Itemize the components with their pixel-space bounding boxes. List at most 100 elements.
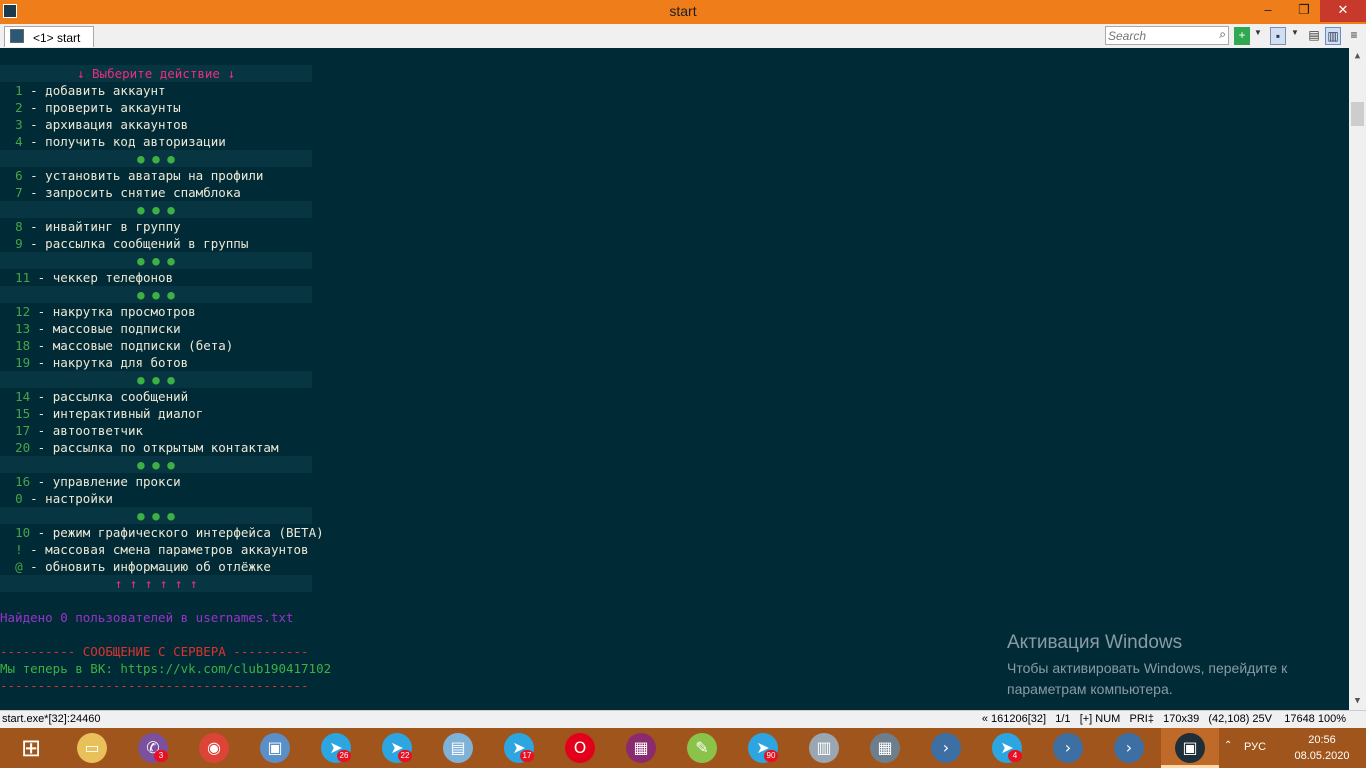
menu-item-label: - добавить аккаунт: [22, 83, 166, 98]
server-message: Мы теперь в ВК: https://vk.com/club19041…: [0, 660, 331, 677]
unread-badge: 26: [337, 750, 351, 762]
python-icon: ›: [931, 733, 961, 763]
taskbar-app[interactable]: ▥: [795, 728, 853, 768]
separator-dots: ● ● ●: [137, 202, 175, 217]
taskbar-app[interactable]: ➤ 22: [368, 728, 426, 768]
chevron-down-icon[interactable]: ▼: [1254, 28, 1264, 37]
menu-item-key: 2: [15, 100, 23, 115]
taskbar-app[interactable]: ▣: [1161, 728, 1219, 768]
menu-separator: ● ● ●: [0, 286, 312, 303]
menu-item-label: - управление прокси: [30, 474, 181, 489]
menu-item-key: 12: [15, 304, 31, 319]
menu-item: 18 - массовые подписки (бета): [0, 337, 233, 354]
panel-icon[interactable]: ▪: [1270, 27, 1286, 45]
menu-item: 3 - архивация аккаунтов: [0, 116, 188, 133]
tab-start[interactable]: <1> start: [4, 26, 94, 47]
found-users-text: Найдено 0 пользователей в usernames.txt: [0, 610, 294, 625]
menu-item-label: - чеккер телефонов: [30, 270, 174, 285]
server-footer-text: ----------------------------------------…: [0, 678, 309, 693]
separator-dots: ● ● ●: [137, 508, 175, 523]
taskbar-app[interactable]: ▭: [63, 728, 121, 768]
menu-header-text: ↓ Выберите действие ↓: [76, 66, 236, 81]
layout-icon[interactable]: ▤: [1306, 27, 1322, 45]
menu-item-key: 1: [15, 83, 23, 98]
start-button: ⊞: [20, 734, 42, 762]
menu-item-label: - рассылка сообщений: [30, 389, 189, 404]
menu-item-key: 15: [15, 406, 31, 421]
menu-item-label: - проверить аккаунты: [22, 100, 181, 115]
menu-item: 2 - проверить аккаунты: [0, 99, 181, 116]
separator-dots: ● ● ●: [137, 151, 175, 166]
taskbar-app[interactable]: ➤ 26: [307, 728, 365, 768]
menu-item-label: - инвайтинг в группу: [22, 219, 181, 234]
search-icon[interactable]: ⌕: [1219, 27, 1226, 42]
search-input[interactable]: [1108, 28, 1212, 43]
menu-item-key: 6: [15, 168, 23, 183]
menu-item-key: 9: [15, 236, 23, 251]
menu-item-key: 13: [15, 321, 31, 336]
vertical-scrollbar[interactable]: ▲ ▼: [1349, 48, 1366, 710]
menu-item-key: 14: [15, 389, 31, 404]
taskbar-app[interactable]: ▦: [612, 728, 670, 768]
chevron-up-icon[interactable]: ⌃: [1224, 740, 1232, 751]
remote-desktop-icon: ▣: [260, 733, 290, 763]
taskbar-app[interactable]: ➤ 90: [734, 728, 792, 768]
menu-header: ↓ Выберите действие ↓: [0, 65, 312, 82]
menu-separator: ● ● ●: [0, 150, 312, 167]
taskbar-app[interactable]: ✎: [673, 728, 731, 768]
clock-time[interactable]: 20:56: [1294, 734, 1350, 746]
menu-item-label: - накрутка для ботов: [30, 355, 189, 370]
taskbar-app[interactable]: ▣: [246, 728, 304, 768]
maximize-button[interactable]: ❐: [1290, 0, 1318, 22]
taskbar-app[interactable]: ▦: [856, 728, 914, 768]
taskbar-app[interactable]: O: [551, 728, 609, 768]
menu-item-key: 10: [15, 525, 31, 540]
menu-item-key: 8: [15, 219, 23, 234]
watermark-title: Активация Windows: [1007, 632, 1183, 653]
menu-item-key: 18: [15, 338, 31, 353]
minimize-button[interactable]: –: [1254, 0, 1282, 22]
separator-dots: ● ● ●: [137, 372, 175, 387]
taskbar: ⊞ ▭ ✆ 3 ◉ ▣ ➤ 26 ➤ 22 ▤ ➤ 17 O ▦ ✎ ➤ 90 ▥ ▦ › ➤ 4 › › ▣ ⌃ РУС 20:…: [0, 728, 1366, 768]
menu-separator: ● ● ●: [0, 201, 312, 218]
menu-item: 11 - чеккер телефонов: [0, 269, 173, 286]
taskbar-app[interactable]: ◉: [185, 728, 243, 768]
menu-footer-text: ↑ ↑ ↑ ↑ ↑ ↑: [114, 576, 198, 591]
split-view-icon[interactable]: ▥: [1325, 27, 1341, 45]
menu-item-label: - накрутка просмотров: [30, 304, 196, 319]
activation-watermark: Активация Windows Чтобы активировать Win…: [1007, 632, 1287, 700]
chevron-down-icon[interactable]: ▼: [1291, 28, 1301, 37]
menu-item-key: 11: [15, 270, 31, 285]
search-box[interactable]: ⌕: [1105, 26, 1229, 45]
taskbar-app[interactable]: ›: [1100, 728, 1158, 768]
taskbar-app[interactable]: ✆ 3: [124, 728, 182, 768]
menu-item-key: 16: [15, 474, 31, 489]
system-tray: ⌃ РУС 20:56 08.05.2020: [1218, 728, 1366, 768]
menu-item: 6 - установить аватары на профили: [0, 167, 263, 184]
taskbar-app[interactable]: ⊞: [2, 728, 60, 768]
taskbar-app[interactable]: ➤ 4: [978, 728, 1036, 768]
plus-icon[interactable]: +: [1234, 27, 1250, 45]
notepadpp-icon: ✎: [687, 733, 717, 763]
close-button[interactable]: ✕: [1320, 0, 1366, 22]
menu-item-label: - массовые подписки (бета): [30, 338, 234, 353]
scroll-down-icon[interactable]: ▼: [1349, 693, 1366, 710]
language-indicator[interactable]: РУС: [1244, 741, 1266, 753]
scroll-up-icon[interactable]: ▲: [1349, 48, 1366, 65]
python-icon: ›: [1053, 733, 1083, 763]
calculator-icon: ▦: [870, 733, 900, 763]
menu-icon[interactable]: ≡: [1346, 27, 1362, 45]
menu-item-key: 4: [15, 134, 23, 149]
opera-icon: O: [565, 733, 595, 763]
clock-date[interactable]: 08.05.2020: [1294, 750, 1350, 762]
watermark-line1: Чтобы активировать Windows, перейдите к: [1007, 660, 1288, 676]
console-output[interactable]: ↓ Выберите действие ↓ 1 - добавить аккау…: [0, 48, 1349, 710]
taskbar-app[interactable]: ▤: [429, 728, 487, 768]
scrollbar-thumb[interactable]: [1351, 102, 1364, 126]
menu-item-key: 20: [15, 440, 31, 455]
console-icon: [10, 29, 24, 43]
taskbar-app[interactable]: ›: [917, 728, 975, 768]
taskbar-app[interactable]: ›: [1039, 728, 1097, 768]
menu-item: 9 - рассылка сообщений в группы: [0, 235, 248, 252]
taskbar-app[interactable]: ➤ 17: [490, 728, 548, 768]
